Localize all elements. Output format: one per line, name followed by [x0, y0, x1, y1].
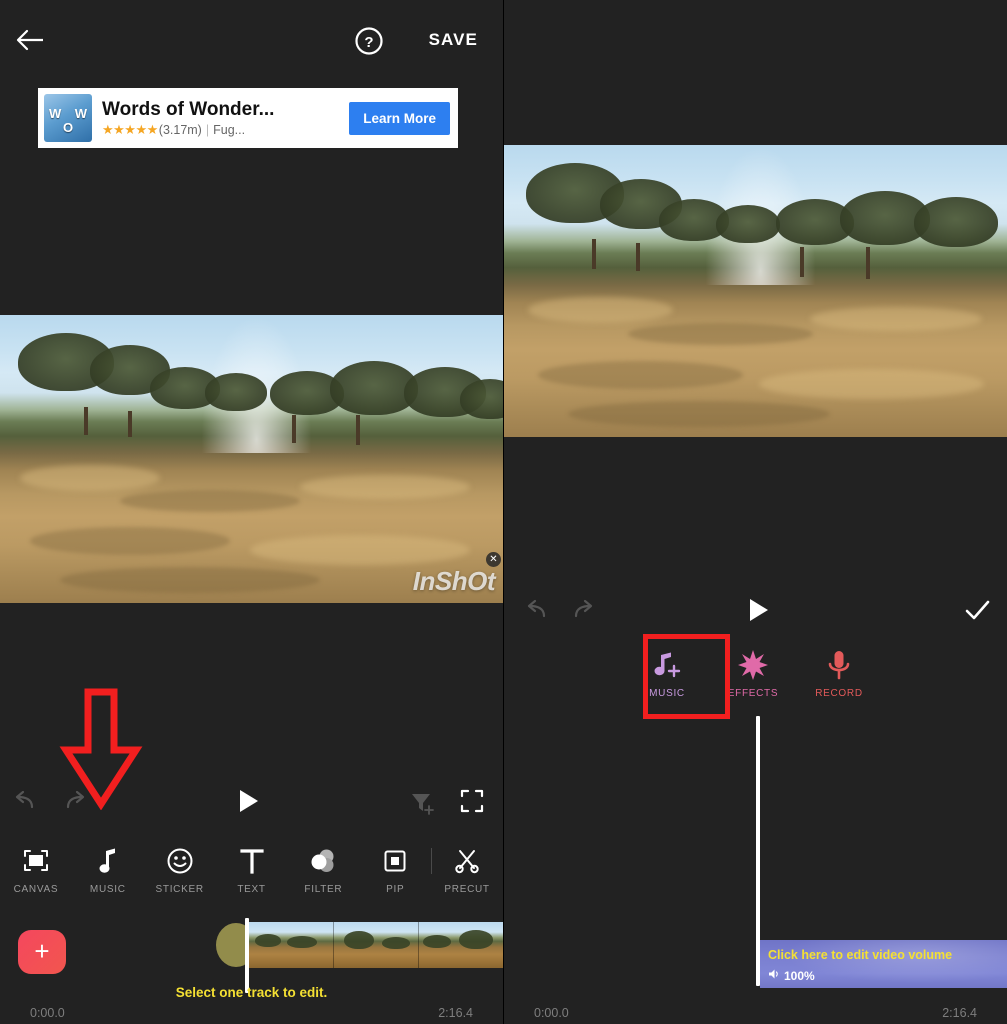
tool-music[interactable]: MUSIC	[72, 840, 144, 906]
tool-label: TEXT	[237, 884, 266, 895]
timeline-time-row: 0:00.0 2:16.4	[504, 1002, 1007, 1024]
playback-controls	[504, 587, 1007, 633]
tool-label: STICKER	[155, 884, 204, 895]
tool-label: PRECUT	[444, 884, 490, 895]
canvas-icon	[22, 846, 50, 876]
music-note-icon	[96, 846, 120, 876]
ad-title: Words of Wonder...	[102, 98, 275, 120]
filter-circles-icon	[309, 846, 337, 876]
tool-precut[interactable]: PRECUT	[431, 840, 503, 906]
audio-tool-label: RECORD	[815, 688, 863, 699]
ad-banner[interactable]: W W O Words of Wonder... ★★★★★ (3.17m) |…	[38, 88, 458, 148]
video-frame-image	[504, 145, 1007, 437]
effects-star-icon	[737, 648, 769, 682]
undo-icon[interactable]	[522, 595, 552, 630]
tool-sticker[interactable]: STICKER	[144, 840, 216, 906]
ad-subtitle-row: ★★★★★ (3.17m) | Fug...	[102, 122, 349, 138]
editing-toolbar: CANVAS MUSIC STICKER TEXT FILTER PIP PRE…	[0, 840, 503, 906]
redo-icon[interactable]	[568, 595, 598, 630]
video-frame-image: ✕ InShOt	[0, 315, 503, 603]
microphone-icon	[825, 648, 853, 682]
tool-label: PIP	[386, 884, 405, 895]
tool-label: CANVAS	[13, 884, 59, 895]
ad-separator: |	[205, 122, 210, 137]
video-preview[interactable]	[504, 145, 1007, 437]
scissors-icon	[454, 846, 480, 876]
svg-text:?: ?	[364, 34, 373, 51]
checkmark-icon[interactable]	[962, 595, 992, 630]
back-arrow-icon[interactable]	[16, 26, 46, 54]
tool-pip[interactable]: PIP	[359, 840, 431, 906]
sticker-smiley-icon	[166, 846, 194, 876]
volume-hint-label: Click here to edit video volume	[768, 948, 953, 962]
clip-thumbnail-strip[interactable]	[249, 922, 503, 968]
timeline-hint: Select one track to edit.	[175, 985, 328, 1000]
clip-thumbnail[interactable]	[334, 922, 419, 968]
undo-icon[interactable]	[10, 786, 40, 821]
ad-star-rating: ★★★★★	[102, 121, 158, 137]
save-button[interactable]: SAVE	[429, 30, 478, 50]
filter-funnel-icon[interactable]	[408, 786, 436, 821]
time-end: 2:16.4	[438, 1006, 473, 1020]
speaker-icon	[768, 968, 781, 983]
time-end: 2:16.4	[942, 1006, 977, 1020]
pip-icon	[382, 846, 408, 876]
ad-icon-letter-bottom: O	[63, 120, 74, 135]
watermark-close-icon[interactable]: ✕	[486, 552, 501, 567]
play-icon[interactable]	[746, 595, 772, 630]
audio-tool-music[interactable]: MUSIC	[624, 636, 710, 718]
audio-tool-label: EFFECTS	[727, 688, 779, 699]
tool-label: MUSIC	[89, 884, 126, 895]
time-start: 0:00.0	[534, 1006, 569, 1020]
ad-icon-letter-right: W	[74, 106, 87, 121]
add-clip-label: +	[34, 936, 50, 966]
ad-learn-more-button[interactable]: Learn More	[349, 101, 450, 135]
inshot-watermark: InShOt	[412, 566, 496, 596]
music-note-plus-icon	[650, 648, 684, 682]
audio-toolbar: MUSIC EFFECTS RECORD	[624, 636, 984, 718]
tool-canvas[interactable]: CANVAS	[0, 840, 72, 906]
clip-thumbnail[interactable]	[249, 922, 334, 968]
audio-tool-label: MUSIC	[649, 688, 685, 699]
timeline-playhead[interactable]	[245, 918, 249, 993]
red-down-arrow-annotation	[58, 688, 144, 811]
ad-rating-count: (3.17m)	[158, 122, 202, 137]
ad-icon-letter-left: W	[49, 106, 62, 121]
left-screenshot-panel: ? SAVE W W O Words of Wonder... ★★★★★ (3…	[0, 0, 503, 1024]
time-start: 0:00.0	[30, 1006, 65, 1020]
ad-publisher: Fug...	[213, 122, 246, 137]
add-clip-button[interactable]: +	[18, 930, 66, 974]
audio-tool-record[interactable]: RECORD	[796, 636, 882, 718]
text-t-icon	[239, 846, 265, 876]
audio-tool-effects[interactable]: EFFECTS	[710, 636, 796, 718]
right-screenshot-panel: MUSIC EFFECTS RECORD Click here to edit …	[504, 0, 1007, 1024]
tool-text[interactable]: TEXT	[216, 840, 288, 906]
help-circle-icon[interactable]: ?	[354, 26, 384, 56]
top-bar: ? SAVE	[0, 0, 503, 80]
fullscreen-icon[interactable]	[458, 786, 486, 821]
app-root: ? SAVE W W O Words of Wonder... ★★★★★ (3…	[0, 0, 1007, 1024]
video-volume-track[interactable]: Click here to edit video volume 100%	[760, 940, 1007, 988]
ad-app-icon: W W O	[44, 94, 92, 142]
timeline-time-row: 0:00.0 2:16.4	[0, 1002, 503, 1024]
play-icon[interactable]	[236, 786, 262, 821]
clip-thumbnail[interactable]	[419, 922, 503, 968]
tool-label: FILTER	[304, 884, 343, 895]
toolbar-divider	[431, 848, 433, 874]
video-preview[interactable]: ✕ InShOt	[0, 315, 503, 603]
ad-text-block: Words of Wonder... ★★★★★ (3.17m) | Fug..…	[92, 99, 349, 138]
volume-value-row: 100%	[768, 968, 815, 983]
tool-filter[interactable]: FILTER	[287, 840, 359, 906]
volume-percentage: 100%	[784, 968, 815, 983]
